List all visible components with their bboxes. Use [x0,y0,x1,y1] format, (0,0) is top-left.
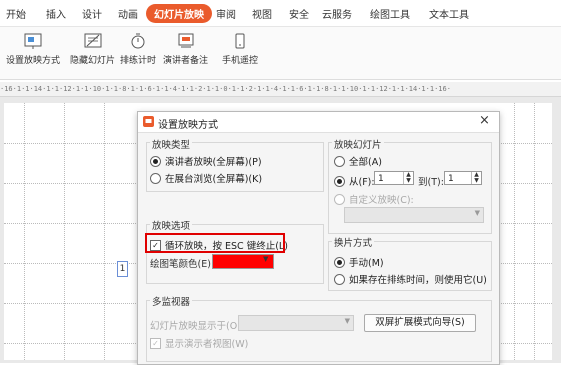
tab-cloud[interactable]: 云服务 [322,6,352,21]
speaker-notes-icon [178,33,193,48]
speaker-notes-button[interactable]: 演讲者备注 [163,33,208,66]
rehearse-timing-button[interactable]: 排练计时 [120,33,156,66]
tab-drawing-tools[interactable]: 绘图工具 [370,6,410,21]
radio-button[interactable] [150,155,161,167]
speaker-notes-label: 演讲者备注 [163,56,209,66]
to-label: 到(T): [418,177,444,188]
chevron-down-icon[interactable]: ▼ [263,255,268,263]
highlight-box [145,233,285,253]
guide-line [104,103,105,360]
show-type-label: 放映类型 [150,137,193,151]
custom-show-select[interactable]: ▼ [344,207,484,223]
app-logo-icon [143,116,154,127]
radio-button[interactable] [334,193,345,205]
slide-number-marker[interactable]: 1 [117,261,128,277]
tab-home[interactable]: 开始 [6,6,26,21]
spinner-arrows-icon[interactable]: ▲ ▼ [403,172,413,184]
to-spinner[interactable]: 1 ▲ ▼ [444,171,482,185]
from-radio[interactable]: 从(F): [334,174,375,188]
timings-radio[interactable]: 如果存在排练时间，则使用它(U) [334,272,487,286]
radio-button[interactable] [334,155,345,167]
phone-remote-icon [235,33,245,49]
guide-line [64,103,65,360]
hide-slide-label: 隐藏幻灯片 [70,56,116,66]
from-spinner[interactable]: 1 ▲ ▼ [374,171,414,185]
presenter-view-label: 显示演示者视图(W) [165,339,249,350]
phone-remote-label: 手机遥控 [222,56,259,66]
to-value: 1 [448,174,454,184]
kiosk-radio[interactable]: 在展台浏览(全屏幕)(K) [150,171,262,185]
dialog-titlebar: 设置放映方式 × [138,112,499,133]
manual-label: 手动(M) [349,258,384,269]
ribbon-tab-bar: 开始 插入 设计 动画 幻灯片放映 审阅 视图 安全 云服务 绘图工具 文本工具 [0,0,561,27]
custom-show-label: 自定义放映(C): [349,195,414,206]
setup-slideshow-label: 设置放映方式 [6,56,61,66]
radio-button[interactable] [334,273,345,285]
all-slides-label: 全部(A) [349,157,382,168]
advance-label: 换片方式 [332,235,375,249]
hide-slide-button[interactable]: 隐藏幻灯片 [70,33,115,66]
timings-label: 如果存在排练时间，则使用它(U) [349,275,487,286]
horizontal-ruler: ·16·1·1·14·1·1·12·1·1·10·1·1·8·1·1·6·1·1… [0,82,561,97]
checkmark-icon[interactable]: ✓ [150,337,161,349]
presenter-view-checkbox[interactable]: ✓ 显示演示者视图(W) [150,336,248,350]
tab-review[interactable]: 审阅 [216,6,236,21]
display-on-select[interactable]: ▼ [238,315,354,331]
pen-color-label: 绘图笔颜色(E): [150,259,215,270]
from-value: 1 [378,174,384,184]
tab-slideshow[interactable]: 幻灯片放映 [146,4,212,23]
tab-insert[interactable]: 插入 [46,6,66,21]
chevron-down-icon: ▼ [344,317,350,325]
slides-label: 放映幻灯片 [332,137,384,151]
dual-screen-wizard-button[interactable]: 双屏扩展模式向导(S) [364,314,476,332]
custom-show-radio[interactable]: 自定义放映(C): [334,192,414,206]
monitors-label: 多监视器 [150,294,193,308]
ribbon-panel: 设置放映方式 隐藏幻灯片 排练计时 演讲者备注 手机遥控 [0,27,561,80]
tab-design[interactable]: 设计 [82,6,102,21]
setup-show-icon [24,33,42,49]
stopwatch-icon [131,33,145,49]
radio-button[interactable] [150,172,161,184]
spinner-arrows-icon[interactable]: ▲ ▼ [471,172,481,184]
hide-slide-icon [84,33,101,48]
tab-security[interactable]: 安全 [289,6,309,21]
guide-line [24,103,25,360]
tab-text-tools[interactable]: 文本工具 [429,6,469,21]
setup-show-dialog: 设置放映方式 × 放映类型 演讲者放映(全屏幕)(P) 在展台浏览(全屏幕)(K… [137,111,500,365]
manual-radio[interactable]: 手动(M) [334,255,384,269]
tab-animation[interactable]: 动画 [118,6,138,21]
chevron-down-icon: ▼ [474,209,480,217]
radio-button[interactable] [334,175,345,187]
guide-line [514,103,515,360]
radio-button[interactable] [334,256,345,268]
guide-line [534,103,535,360]
options-label: 放映选项 [150,218,193,232]
rehearse-timing-label: 排练计时 [120,56,157,66]
tab-view[interactable]: 视图 [252,6,272,21]
speaker-radio[interactable]: 演讲者放映(全屏幕)(P) [150,154,262,168]
speaker-option-label: 演讲者放映(全屏幕)(P) [165,157,262,168]
setup-slideshow-button[interactable]: 设置放映方式 [6,33,60,66]
dialog-title: 设置放映方式 [158,120,218,131]
all-slides-radio[interactable]: 全部(A) [334,154,382,168]
kiosk-option-label: 在展台浏览(全屏幕)(K) [165,174,263,185]
display-on-label: 幻灯片放映显示于(O): [150,321,245,332]
phone-remote-button[interactable]: 手机遥控 [222,33,258,66]
close-icon[interactable]: × [479,113,490,128]
from-label: 从(F): [349,177,375,188]
